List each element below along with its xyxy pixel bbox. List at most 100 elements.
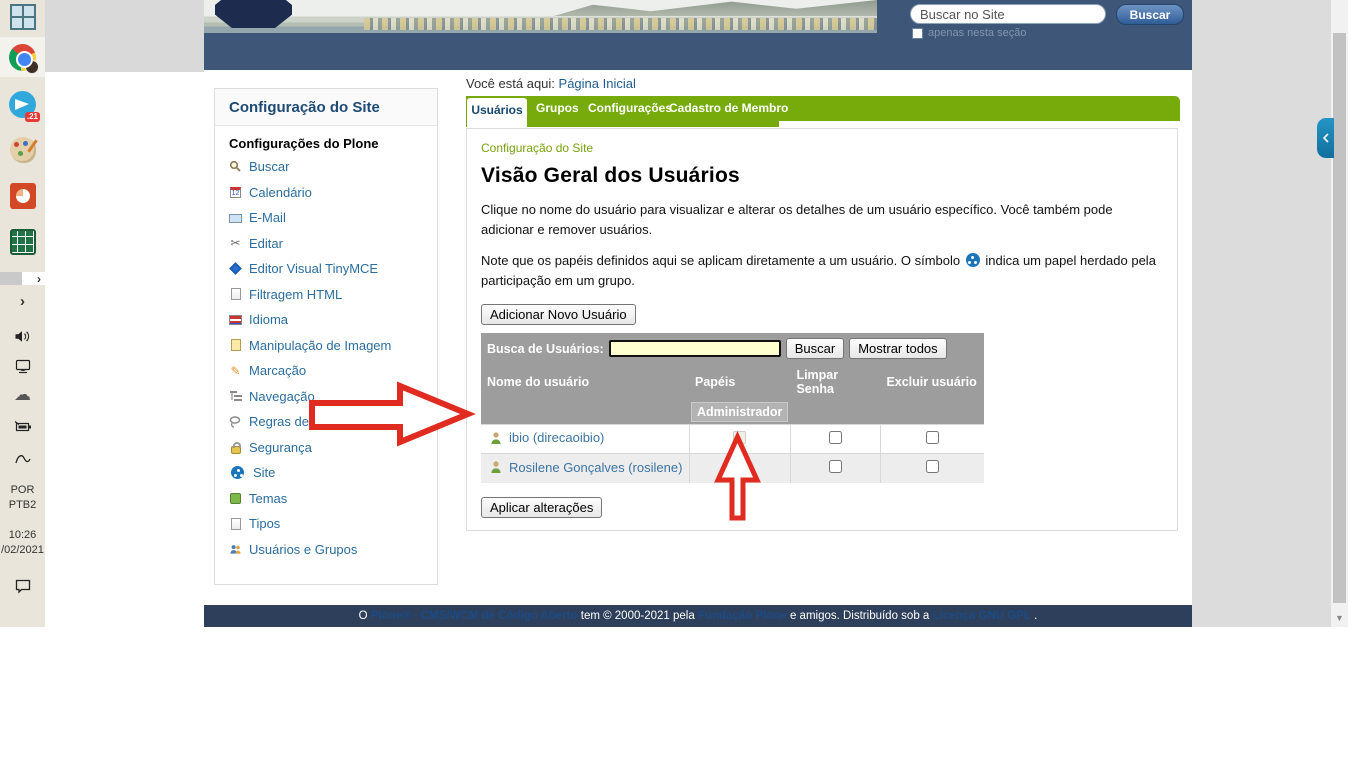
pen-icon [14,451,32,466]
apply-changes-button[interactable]: Aplicar alterações [481,497,602,518]
site-header: Buscar apenas nesta seção [204,0,1192,70]
windows-ink-button[interactable] [0,448,45,468]
sidebar-item-filtragem-html[interactable]: Filtragem HTML [229,282,423,308]
user-search-button[interactable]: Buscar [786,338,844,359]
sidebar-item-navegacao[interactable]: Navegação [229,384,423,410]
sidebar-item-seguranca[interactable]: Segurança [229,435,423,461]
user-link[interactable]: Rosilene Gonçalves (rosilene) [509,460,682,475]
language-indicator[interactable]: POR PTB2 [0,480,45,516]
connect-display-button[interactable] [0,355,45,377]
add-user-button[interactable]: Adicionar Novo Usuário [481,304,636,325]
browser-scrollbar[interactable]: ▼ [1331,0,1348,627]
table-row: ibio (direcaoibio) [481,425,984,454]
page-title: Visão Geral dos Usuários [481,164,1163,188]
types-document-icon [229,517,242,530]
scrollbar-thumb[interactable] [1333,33,1346,603]
tab-grupos[interactable]: Grupos [536,96,579,121]
sidebar-item-idioma[interactable]: Idioma [229,307,423,333]
tab-cadastro-de-membro[interactable]: Cadastro de Membro [669,96,788,121]
volume-button[interactable] [0,326,45,346]
calendar-icon: 12 [229,186,242,199]
windows-taskbar: .21 › › [0,0,45,627]
sidebar-item-editar[interactable]: ✂ Editar [229,231,423,257]
reset-password-checkbox[interactable] [829,431,842,444]
taskbar-telegram-button[interactable]: .21 [0,88,45,120]
users-icon [229,543,242,556]
column-header-roles: Papéis [689,364,790,400]
sidebar-item-label: Site [253,465,275,480]
breadcrumb-home-link[interactable]: Página Inicial [559,76,636,91]
battery-button[interactable] [0,416,45,436]
sidebar-item-label: Editar [249,236,283,251]
desktop-gray-area-right [1192,0,1331,627]
content-rules-icon [229,415,242,428]
telegram-icon: .21 [9,91,36,118]
paint-palette-icon [10,137,36,163]
site-search-input[interactable] [910,4,1106,24]
portlet-title: Configuração do Site [229,99,380,116]
site-logo-octagon [215,0,292,28]
site-banner-photo [204,0,877,33]
sidebar-item-label: Filtragem HTML [249,287,342,302]
onedrive-button[interactable]: ☁ [0,385,45,405]
footer-foundation-link[interactable]: Fundação Plone [698,610,787,622]
footer-text: . [1034,610,1037,622]
column-header-delete-user: Excluir usuário [880,364,984,400]
clock[interactable]: 10:26 /02/2021 [0,526,45,560]
settings-tabbar: Usuários Grupos Configurações Cadastro d… [466,96,1180,121]
delete-user-checkbox[interactable] [926,460,939,473]
screenshot-root: .21 › › [0,0,1366,768]
side-panel-handle-button[interactable] [1317,118,1334,158]
footer-text: O [359,610,368,622]
footer-plone-link[interactable]: Plone® - CMS/WCM de Código Aberto [371,610,578,622]
sidebar-item-buscar[interactable]: Buscar [229,154,423,180]
column-header-name: Nome do usuário [481,364,689,400]
tab-configuracoes[interactable]: Configurações [588,96,672,121]
sidebar-item-site[interactable]: Site [229,460,423,486]
display-icon [14,358,32,375]
sidebar-item-label: Editor Visual TinyMCE [249,261,378,276]
footer-license-link[interactable]: Licença GNU GPL [933,610,1031,622]
sidebar-item-label: E-Mail [249,210,286,225]
taskbar-powerpoint-button[interactable] [0,180,45,212]
user-icon [489,431,503,445]
sidebar-item-label: Segurança [249,440,312,455]
taskbar-scroll-thumb[interactable] [0,272,22,285]
sidebar-item-regras-conteudo[interactable]: Regras de Conteúdo [229,409,423,435]
table-row: Rosilene Gonçalves (rosilene) [481,454,984,483]
sidebar-item-editor-tinymce[interactable]: Editor Visual TinyMCE [229,256,423,282]
section-only-checkbox[interactable] [912,28,923,39]
show-hidden-icons-button[interactable]: › [0,293,45,309]
intro-paragraph-2: Note que os papéis definidos aqui se apl… [481,251,1163,290]
delete-user-checkbox[interactable] [926,431,939,444]
sidebar-item-email[interactable]: E-Mail [229,205,423,231]
scrollbar-down-arrow[interactable]: ▼ [1331,611,1348,625]
sidebar-item-usuarios-grupos[interactable]: Usuários e Grupos [229,537,423,563]
user-search-label: Busca de Usuários: [487,342,604,356]
intro2-before: Note que os papéis definidos aqui se apl… [481,253,960,268]
image-document-icon [229,339,242,352]
sidebar-item-manipulacao-imagem[interactable]: Manipulação de Imagem [229,333,423,359]
sidebar-item-marcacao[interactable]: ✎ Marcação [229,358,423,384]
site-search-button[interactable]: Buscar [1116,4,1184,25]
document-icon [229,288,242,301]
content-panel: Configuração do Site Visão Geral dos Usu… [466,128,1178,531]
plone-page: Buscar apenas nesta seção Você está aqui… [204,0,1192,627]
taskbar-paint-button[interactable] [0,134,45,166]
show-all-button[interactable]: Mostrar todos [849,338,946,359]
inherited-role-icon [966,253,980,267]
sidebar-item-temas[interactable]: Temas [229,486,423,512]
user-search-input[interactable] [609,340,781,357]
taskbar-excel-button[interactable] [0,226,45,258]
user-link[interactable]: ibio (direcaoibio) [509,430,604,445]
tab-usuarios[interactable]: Usuários [467,98,527,127]
action-center-button[interactable] [0,574,45,598]
parent-section-link[interactable]: Configuração do Site [481,141,593,155]
start-button[interactable] [0,2,45,32]
taskbar-chrome-button[interactable] [0,37,45,77]
sidebar-item-tipos[interactable]: Tipos [229,511,423,537]
sidebar-item-label: Idioma [249,312,288,327]
taskbar-scroll-strip[interactable]: › [0,272,45,285]
sidebar-item-calendario[interactable]: 12 Calendário [229,180,423,206]
reset-password-checkbox[interactable] [829,460,842,473]
